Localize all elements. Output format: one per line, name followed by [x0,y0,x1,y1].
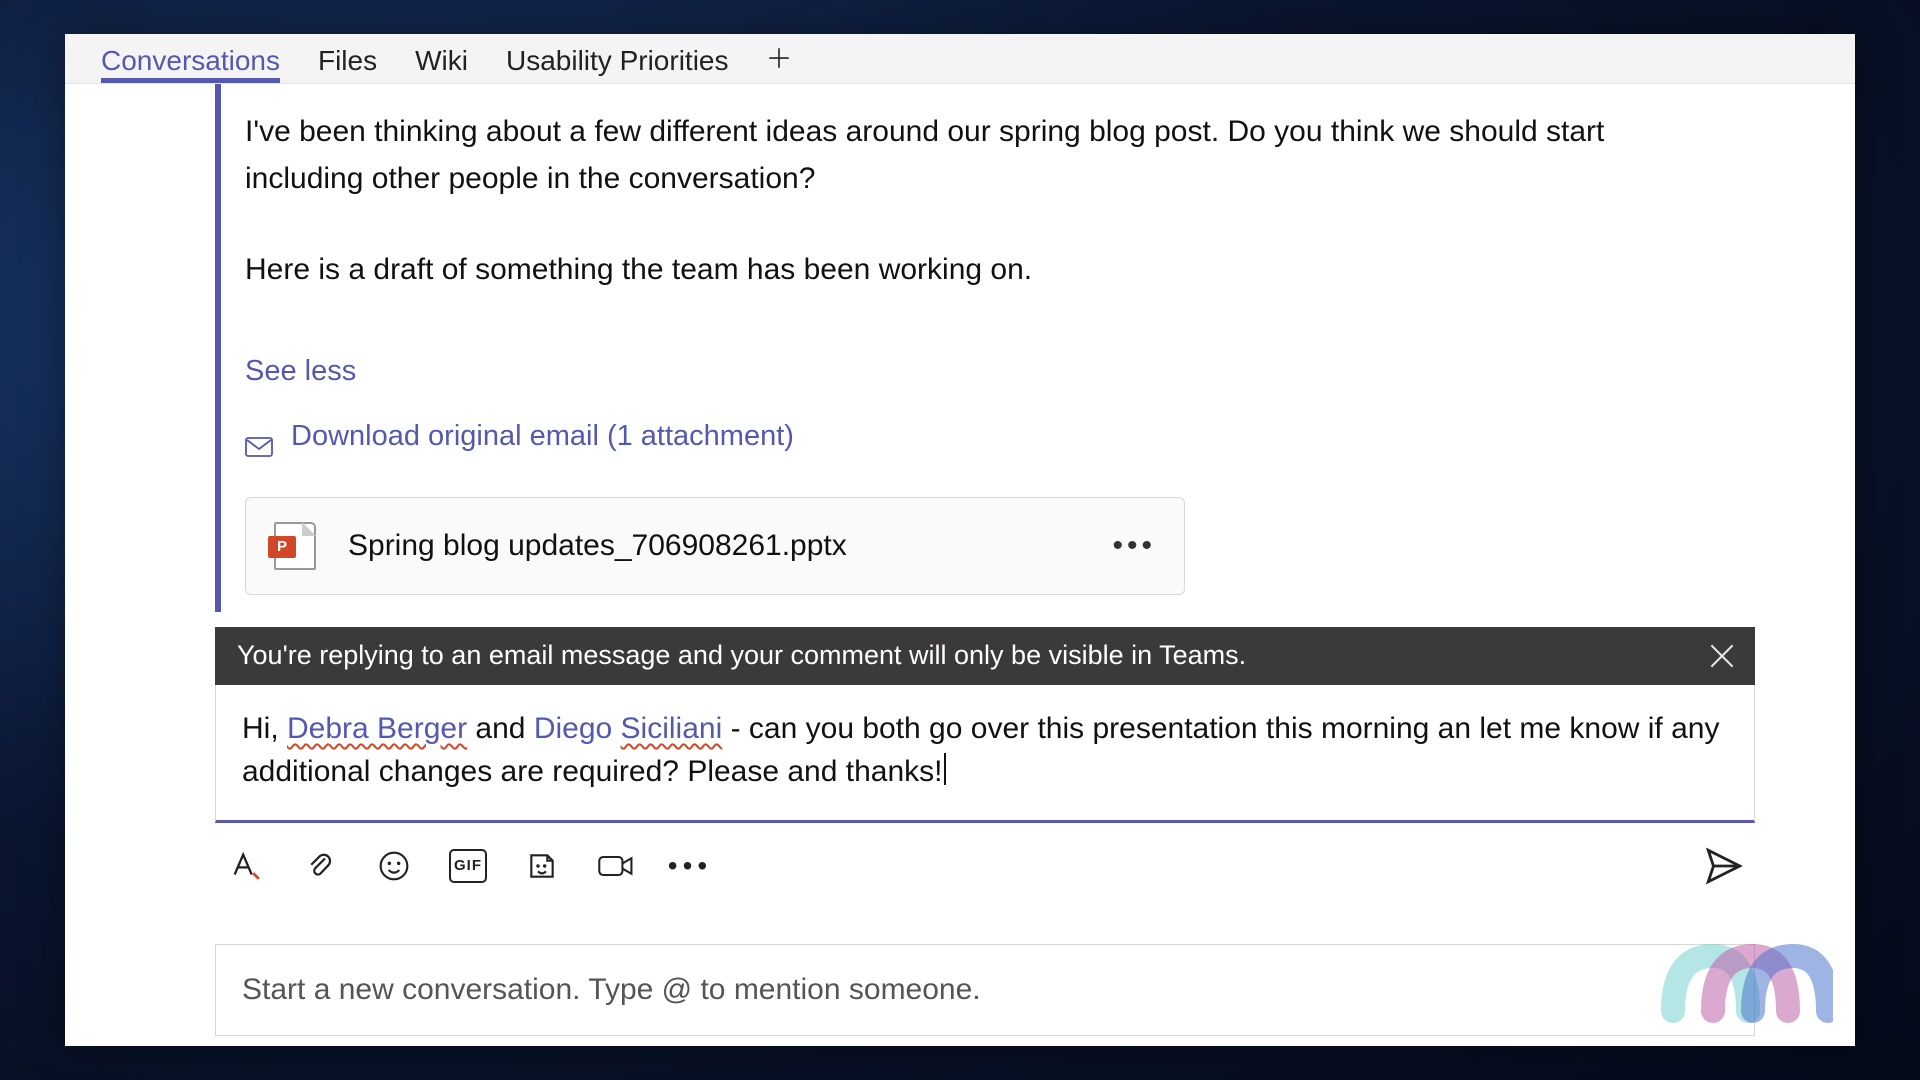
notice-text: You're replying to an email message and … [237,640,1246,671]
new-conversation-input[interactable]: Start a new conversation. Type @ to ment… [215,944,1755,1036]
message-thread: I've been thinking about a few different… [215,84,1755,887]
text-caret [944,753,946,785]
add-tab-button[interactable] [766,45,792,83]
reply-visibility-notice: You're replying to an email message and … [215,627,1755,685]
reply-text-input[interactable]: Hi, Debra Berger and Diego Siciliani - c… [215,685,1755,823]
close-icon[interactable] [1707,641,1737,671]
tab-wiki[interactable]: Wiki [415,45,468,83]
emoji-icon[interactable] [375,847,413,885]
gif-icon[interactable]: GIF [449,847,487,885]
message-paragraph: Here is a draft of something the team ha… [245,247,1715,294]
attachment-more-button[interactable]: ••• [1112,523,1156,570]
download-original-email-link[interactable]: Download original email (1 attachment) [245,414,1715,459]
channel-tabbar: Conversations Files Wiki Usability Prior… [65,34,1855,84]
download-original-email-label: Download original email (1 attachment) [291,414,794,459]
send-button[interactable] [1703,845,1745,887]
mention-debra-berger[interactable]: Debra Berger [287,712,467,745]
attachment-card[interactable]: P Spring blog updates_706908261.pptx ••• [245,497,1185,595]
mention-diego-siciliani[interactable]: Diego Siciliani [534,712,722,745]
new-conversation-wrap: Start a new conversation. Type @ to ment… [215,944,1755,1036]
attach-icon[interactable] [301,847,339,885]
watermark-logo [1653,916,1833,1036]
tab-conversations[interactable]: Conversations [101,45,280,83]
message-paragraph: I've been thinking about a few different… [245,109,1715,202]
see-less-link[interactable]: See less [245,349,356,394]
powerpoint-badge: P [268,536,296,558]
envelope-icon [245,426,273,446]
tab-files[interactable]: Files [318,45,377,83]
format-icon[interactable] [227,847,265,885]
tab-usability-priorities[interactable]: Usability Priorities [506,45,729,83]
reply-composer: You're replying to an email message and … [215,627,1755,887]
reply-fragment: and [467,712,534,745]
conversation-area: I've been thinking about a few different… [65,84,1855,1046]
compose-toolbar: GIF ••• [215,823,1755,887]
teams-channel-panel: Conversations Files Wiki Usability Prior… [65,34,1855,1046]
meet-now-icon[interactable] [597,847,635,885]
sticker-icon[interactable] [523,847,561,885]
powerpoint-file-icon: P [274,522,316,570]
message-body: I've been thinking about a few different… [215,84,1755,605]
reply-fragment: Hi, [242,712,287,745]
more-compose-options-button[interactable]: ••• [671,847,709,885]
attachment-filename: Spring blog updates_706908261.pptx [348,523,847,570]
